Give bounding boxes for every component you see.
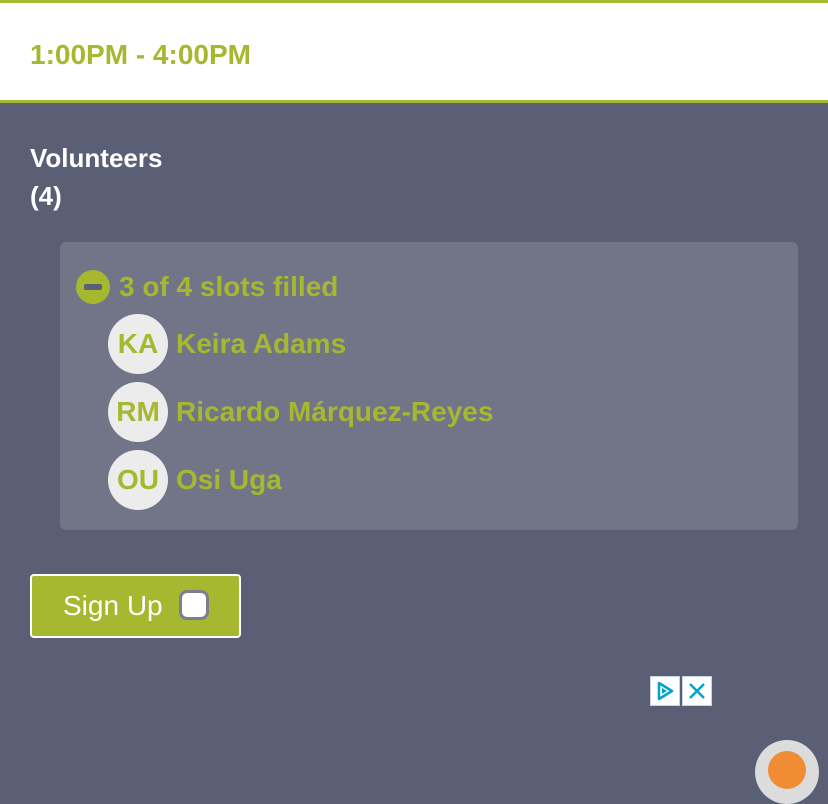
avatar: RM bbox=[108, 382, 168, 442]
ad-choices-widget bbox=[650, 676, 712, 706]
sign-up-checkbox[interactable] bbox=[179, 590, 209, 620]
volunteers-title: Volunteers bbox=[30, 143, 163, 173]
volunteer-name: Osi Uga bbox=[176, 464, 282, 495]
volunteer-item: OU Osi Uga bbox=[108, 450, 282, 510]
volunteers-count: (4) bbox=[30, 181, 62, 211]
avatar: OU bbox=[108, 450, 168, 510]
ad-choices-icon[interactable] bbox=[650, 676, 680, 706]
volunteer-name: Keira Adams bbox=[176, 328, 347, 359]
slots-summary: 3 of 4 slots filled bbox=[119, 271, 339, 302]
sign-up-button[interactable]: Sign Up bbox=[30, 574, 241, 638]
slots-panel: 3 of 4 slots filled KA Keira Adams RM Ri… bbox=[60, 242, 798, 530]
close-icon[interactable] bbox=[682, 676, 712, 706]
volunteer-item: RM Ricardo Márquez-Reyes bbox=[108, 382, 493, 442]
avatar: KA bbox=[108, 314, 168, 374]
slots-toggle[interactable]: 3 of 4 slots filled bbox=[76, 270, 338, 304]
sign-up-label: Sign Up bbox=[63, 590, 163, 621]
time-slot-header: 1:00PM - 4:00PM bbox=[0, 0, 828, 103]
volunteer-name: Ricardo Márquez-Reyes bbox=[176, 396, 494, 427]
time-range: 1:00PM - 4:00PM bbox=[30, 39, 251, 70]
minus-circle-icon[interactable] bbox=[76, 270, 110, 304]
assistant-icon bbox=[768, 751, 806, 789]
volunteer-item: KA Keira Adams bbox=[108, 314, 346, 374]
assistant-button[interactable] bbox=[755, 740, 819, 804]
